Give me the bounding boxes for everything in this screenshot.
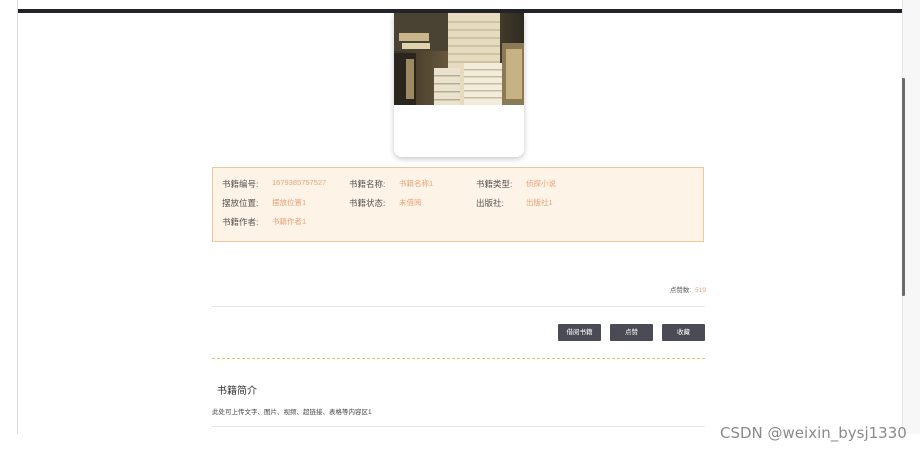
scrollbar-thumb[interactable] (902, 78, 905, 296)
like-count-value: 519 (695, 287, 706, 294)
divider (212, 306, 705, 307)
divider (212, 426, 705, 427)
intro-title: 书籍简介 (217, 386, 257, 397)
field-value: 书籍作者1 (272, 217, 307, 226)
field-publisher: 出版社: 出版社1 (476, 197, 553, 209)
intro-text: 此处可上传文字、图片、视频、超链接、表格等内容区1 (212, 409, 372, 416)
top-strip (18, 0, 902, 9)
field-book-type: 书籍类型: 侦探小说 (476, 178, 556, 190)
field-value: 书籍名称1 (399, 179, 434, 188)
book-cover-card (394, 13, 524, 157)
field-label: 书籍类型: (476, 179, 513, 189)
field-author: 书籍作者: 书籍作者1 (222, 216, 306, 228)
like-count: 点赞数: 519 (640, 284, 706, 294)
field-value: 摆放位置1 (272, 198, 307, 207)
field-label: 书籍编号: (222, 179, 259, 189)
field-label: 摆放位置: (222, 198, 259, 208)
dashed-divider (212, 358, 705, 359)
like-button[interactable]: 点赞 (610, 324, 653, 341)
field-value: 侦探小说 (526, 179, 556, 188)
field-value: 未借阅 (399, 198, 422, 207)
field-label: 书籍状态: (349, 198, 386, 208)
field-status: 书籍状态: 未借阅 (349, 197, 422, 209)
field-location: 摆放位置: 摆放位置1 (222, 197, 306, 209)
borrow-button[interactable]: 借阅书籍 (558, 324, 601, 341)
field-label: 书籍作者: (222, 217, 259, 227)
field-value: 出版社1 (526, 198, 553, 207)
book-cover-image (394, 13, 524, 157)
like-count-label: 点赞数: (669, 287, 692, 294)
field-value: 1679385757527 (272, 178, 327, 187)
watermark: CSDN @weixin_bysj1330 (720, 424, 907, 442)
field-book-name: 书籍名称: 书籍名称1 (349, 178, 433, 190)
book-info-panel: 书籍编号: 1679385757527 书籍名称: 书籍名称1 书籍类型: 侦探… (212, 167, 704, 242)
field-label: 书籍名称: (349, 179, 386, 189)
left-gutter (0, 0, 18, 434)
field-label: 出版社: (476, 198, 504, 208)
favorite-button[interactable]: 收藏 (662, 324, 705, 341)
field-book-id: 书籍编号: 1679385757527 (222, 178, 326, 190)
